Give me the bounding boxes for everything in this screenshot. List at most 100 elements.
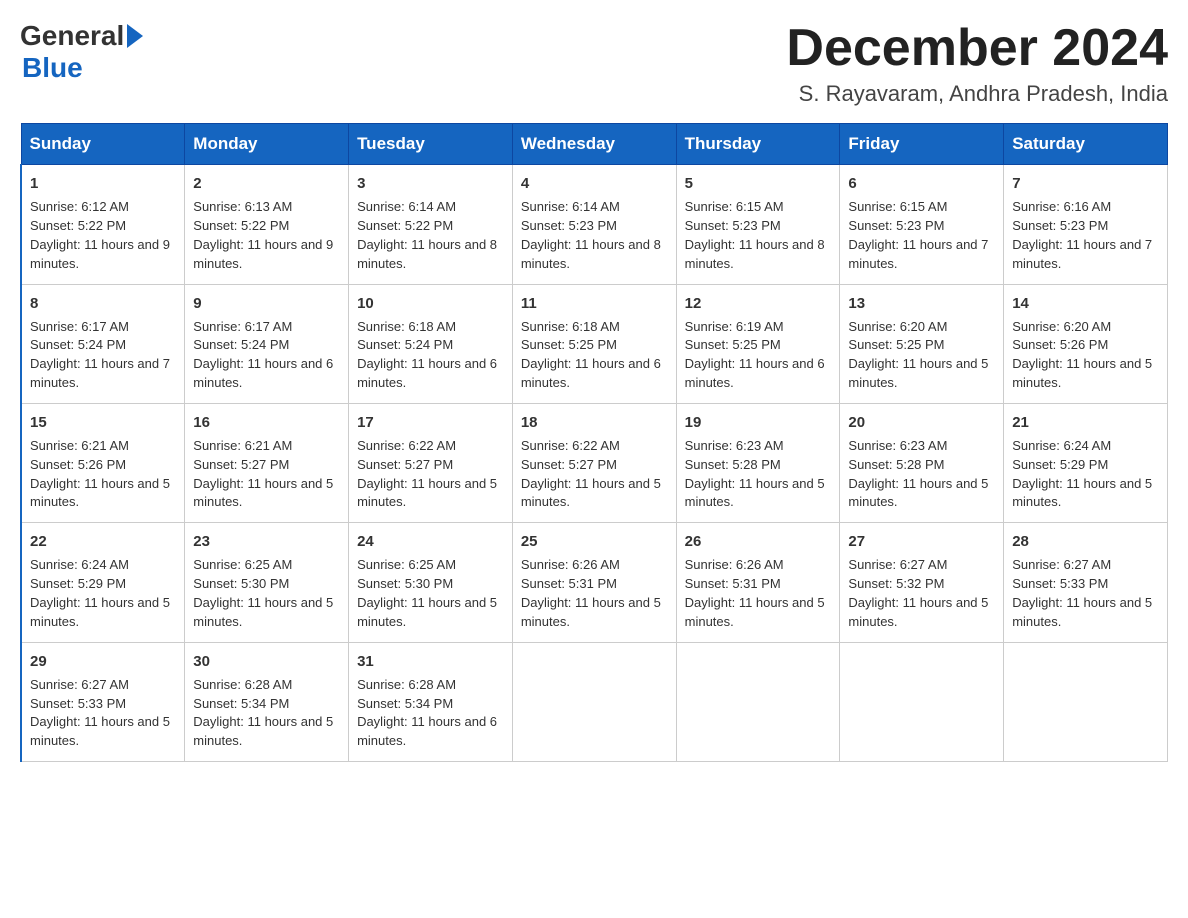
week-row-3: 15 Sunrise: 6:21 AMSunset: 5:26 PMDaylig… [21,403,1168,522]
day-number: 28 [1012,531,1159,552]
day-cell: 28 Sunrise: 6:27 AMSunset: 5:33 PMDaylig… [1004,523,1168,642]
day-info: Sunrise: 6:19 AMSunset: 5:25 PMDaylight:… [685,319,825,391]
week-row-4: 22 Sunrise: 6:24 AMSunset: 5:29 PMDaylig… [21,523,1168,642]
day-cell: 31 Sunrise: 6:28 AMSunset: 5:34 PMDaylig… [349,642,513,761]
day-cell: 11 Sunrise: 6:18 AMSunset: 5:25 PMDaylig… [512,284,676,403]
weekday-header-friday: Friday [840,124,1004,165]
day-info: Sunrise: 6:21 AMSunset: 5:26 PMDaylight:… [30,438,170,510]
day-cell: 24 Sunrise: 6:25 AMSunset: 5:30 PMDaylig… [349,523,513,642]
day-cell: 22 Sunrise: 6:24 AMSunset: 5:29 PMDaylig… [21,523,185,642]
day-cell: 10 Sunrise: 6:18 AMSunset: 5:24 PMDaylig… [349,284,513,403]
day-number: 4 [521,173,668,194]
page-header: General Blue December 2024 S. Rayavaram,… [20,20,1168,107]
day-info: Sunrise: 6:24 AMSunset: 5:29 PMDaylight:… [30,557,170,629]
day-number: 14 [1012,293,1159,314]
day-number: 11 [521,293,668,314]
day-number: 8 [30,293,176,314]
day-cell [1004,642,1168,761]
day-cell: 17 Sunrise: 6:22 AMSunset: 5:27 PMDaylig… [349,403,513,522]
day-info: Sunrise: 6:27 AMSunset: 5:33 PMDaylight:… [1012,557,1152,629]
day-number: 3 [357,173,504,194]
day-number: 27 [848,531,995,552]
day-cell: 7 Sunrise: 6:16 AMSunset: 5:23 PMDayligh… [1004,165,1168,284]
weekday-header-wednesday: Wednesday [512,124,676,165]
day-info: Sunrise: 6:23 AMSunset: 5:28 PMDaylight:… [848,438,988,510]
day-number: 22 [30,531,176,552]
day-info: Sunrise: 6:15 AMSunset: 5:23 PMDaylight:… [848,199,988,271]
day-info: Sunrise: 6:20 AMSunset: 5:26 PMDaylight:… [1012,319,1152,391]
day-info: Sunrise: 6:17 AMSunset: 5:24 PMDaylight:… [30,319,170,391]
day-info: Sunrise: 6:23 AMSunset: 5:28 PMDaylight:… [685,438,825,510]
day-number: 15 [30,412,176,433]
week-row-5: 29 Sunrise: 6:27 AMSunset: 5:33 PMDaylig… [21,642,1168,761]
day-cell [840,642,1004,761]
day-number: 16 [193,412,340,433]
day-cell: 3 Sunrise: 6:14 AMSunset: 5:22 PMDayligh… [349,165,513,284]
day-info: Sunrise: 6:26 AMSunset: 5:31 PMDaylight:… [685,557,825,629]
day-cell: 16 Sunrise: 6:21 AMSunset: 5:27 PMDaylig… [185,403,349,522]
day-info: Sunrise: 6:27 AMSunset: 5:32 PMDaylight:… [848,557,988,629]
day-info: Sunrise: 6:15 AMSunset: 5:23 PMDaylight:… [685,199,825,271]
day-cell: 18 Sunrise: 6:22 AMSunset: 5:27 PMDaylig… [512,403,676,522]
day-cell: 12 Sunrise: 6:19 AMSunset: 5:25 PMDaylig… [676,284,840,403]
day-cell: 27 Sunrise: 6:27 AMSunset: 5:32 PMDaylig… [840,523,1004,642]
title-block: December 2024 S. Rayavaram, Andhra Prade… [786,20,1168,107]
day-info: Sunrise: 6:27 AMSunset: 5:33 PMDaylight:… [30,677,170,749]
day-number: 31 [357,651,504,672]
day-number: 29 [30,651,176,672]
day-cell: 8 Sunrise: 6:17 AMSunset: 5:24 PMDayligh… [21,284,185,403]
day-info: Sunrise: 6:22 AMSunset: 5:27 PMDaylight:… [357,438,497,510]
weekday-header-row: SundayMondayTuesdayWednesdayThursdayFrid… [21,124,1168,165]
day-info: Sunrise: 6:17 AMSunset: 5:24 PMDaylight:… [193,319,333,391]
day-info: Sunrise: 6:24 AMSunset: 5:29 PMDaylight:… [1012,438,1152,510]
day-cell: 29 Sunrise: 6:27 AMSunset: 5:33 PMDaylig… [21,642,185,761]
day-cell: 15 Sunrise: 6:21 AMSunset: 5:26 PMDaylig… [21,403,185,522]
day-cell: 2 Sunrise: 6:13 AMSunset: 5:22 PMDayligh… [185,165,349,284]
day-number: 17 [357,412,504,433]
day-number: 1 [30,173,176,194]
day-cell: 13 Sunrise: 6:20 AMSunset: 5:25 PMDaylig… [840,284,1004,403]
day-info: Sunrise: 6:26 AMSunset: 5:31 PMDaylight:… [521,557,661,629]
day-cell: 5 Sunrise: 6:15 AMSunset: 5:23 PMDayligh… [676,165,840,284]
day-number: 25 [521,531,668,552]
day-number: 26 [685,531,832,552]
week-row-2: 8 Sunrise: 6:17 AMSunset: 5:24 PMDayligh… [21,284,1168,403]
day-cell: 20 Sunrise: 6:23 AMSunset: 5:28 PMDaylig… [840,403,1004,522]
logo-blue-text: Blue [20,52,83,83]
day-number: 20 [848,412,995,433]
day-number: 24 [357,531,504,552]
day-info: Sunrise: 6:25 AMSunset: 5:30 PMDaylight:… [357,557,497,629]
day-info: Sunrise: 6:28 AMSunset: 5:34 PMDaylight:… [193,677,333,749]
day-info: Sunrise: 6:14 AMSunset: 5:22 PMDaylight:… [357,199,497,271]
day-cell: 19 Sunrise: 6:23 AMSunset: 5:28 PMDaylig… [676,403,840,522]
day-info: Sunrise: 6:18 AMSunset: 5:24 PMDaylight:… [357,319,497,391]
day-number: 18 [521,412,668,433]
day-info: Sunrise: 6:16 AMSunset: 5:23 PMDaylight:… [1012,199,1152,271]
day-number: 9 [193,293,340,314]
logo: General Blue [20,20,143,84]
day-cell: 25 Sunrise: 6:26 AMSunset: 5:31 PMDaylig… [512,523,676,642]
calendar-table: SundayMondayTuesdayWednesdayThursdayFrid… [20,123,1168,762]
day-info: Sunrise: 6:13 AMSunset: 5:22 PMDaylight:… [193,199,333,271]
weekday-header-saturday: Saturday [1004,124,1168,165]
month-title: December 2024 [786,20,1168,77]
day-info: Sunrise: 6:21 AMSunset: 5:27 PMDaylight:… [193,438,333,510]
day-number: 10 [357,293,504,314]
day-number: 12 [685,293,832,314]
day-number: 21 [1012,412,1159,433]
day-cell: 23 Sunrise: 6:25 AMSunset: 5:30 PMDaylig… [185,523,349,642]
weekday-header-sunday: Sunday [21,124,185,165]
day-cell: 1 Sunrise: 6:12 AMSunset: 5:22 PMDayligh… [21,165,185,284]
day-cell [512,642,676,761]
day-info: Sunrise: 6:28 AMSunset: 5:34 PMDaylight:… [357,677,497,749]
day-number: 23 [193,531,340,552]
day-cell: 6 Sunrise: 6:15 AMSunset: 5:23 PMDayligh… [840,165,1004,284]
location-title: S. Rayavaram, Andhra Pradesh, India [786,81,1168,107]
day-number: 2 [193,173,340,194]
week-row-1: 1 Sunrise: 6:12 AMSunset: 5:22 PMDayligh… [21,165,1168,284]
day-number: 5 [685,173,832,194]
day-info: Sunrise: 6:14 AMSunset: 5:23 PMDaylight:… [521,199,661,271]
day-number: 19 [685,412,832,433]
day-info: Sunrise: 6:18 AMSunset: 5:25 PMDaylight:… [521,319,661,391]
day-cell: 14 Sunrise: 6:20 AMSunset: 5:26 PMDaylig… [1004,284,1168,403]
